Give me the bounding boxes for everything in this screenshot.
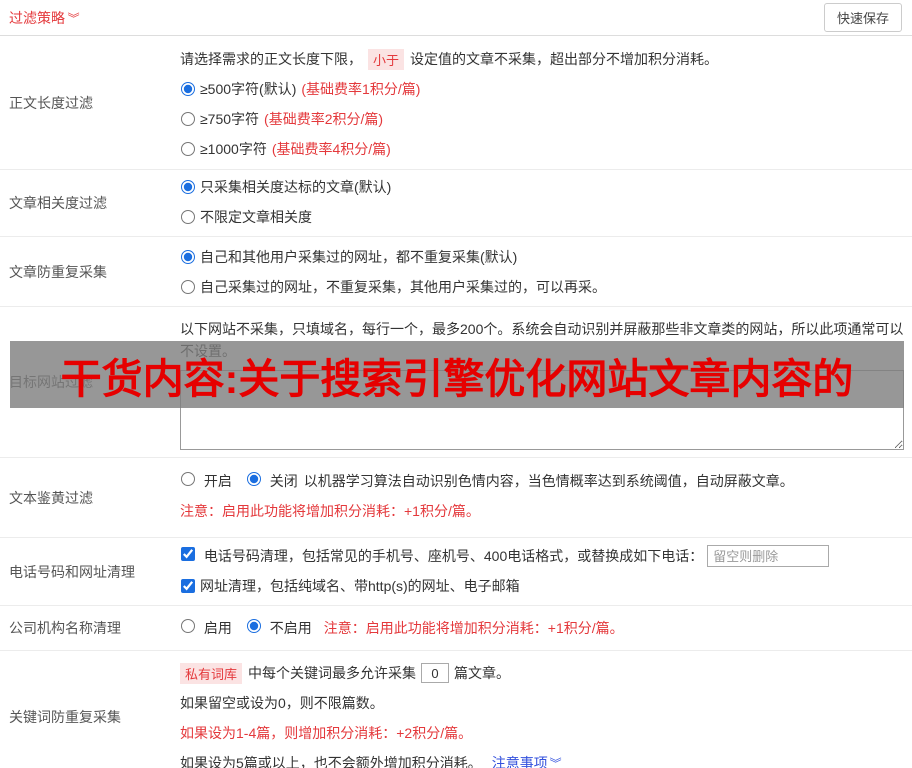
phone-clean-text: 电话号码清理，包括常见的手机号、座机号、400电话格式，或替换成如下电话： (203, 548, 704, 564)
section-relevance-label: 文章相关度过滤 (9, 195, 107, 211)
company-option-off-radio[interactable] (246, 619, 261, 633)
porn-option-off-radio[interactable] (246, 472, 261, 486)
watermark-text: 干货内容:关于搜索引擎优化网站文章内容的 (60, 355, 854, 402)
dedup-option-all[interactable]: 自己和其他用户采集过的网址，都不重复采集(默认) (180, 242, 904, 272)
keyword-line1-mid: 中每个关键词最多允许采集 (248, 665, 417, 681)
body-length-intro: 请选择需求的正文长度下限， 小于 设定值的文章不采集，超出部分不增加积分消耗。 (180, 44, 904, 74)
section-body-length: 正文长度过滤 请选择需求的正文长度下限， 小于 设定值的文章不采集，超出部分不增… (0, 36, 912, 170)
phone-replace-input[interactable] (707, 545, 830, 567)
length-option-1000-radio[interactable] (181, 142, 195, 156)
porn-option-on[interactable]: 开启 (180, 471, 232, 491)
filter-strategy-page: 过滤策略 《 快速保存 正文长度过滤 请选择需求的正文长度下限， 小于 设定值的… (0, 0, 912, 768)
length-option-500[interactable]: ≥500字符(默认) (基础费率1积分/篇) (180, 74, 904, 104)
porn-filter-note: 注意：启用此功能将增加积分消耗：+1积分/篇。 (180, 503, 480, 519)
section-company: 公司机构名称清理 启用 不启用 注意：启用此功能将增加积分消耗：+1积分/篇。 (0, 606, 912, 651)
dedup-option-all-text: 自己和其他用户采集过的网址，都不重复采集(默认) (200, 249, 518, 265)
dedup-option-self-radio[interactable] (181, 280, 195, 294)
section-body-length-label: 正文长度过滤 (9, 94, 93, 111)
porn-option-off-text: 关闭 (269, 473, 298, 489)
page-title-text: 过滤策略 (9, 9, 65, 26)
length-option-1000[interactable]: ≥1000字符 (基础费率4积分/篇) (180, 134, 904, 164)
phone-clean-checkbox[interactable] (181, 547, 195, 561)
section-dedup-label: 文章防重复采集 (9, 263, 107, 280)
url-clean-option[interactable]: 网址清理，包括纯域名、带http(s)的网址、电子邮箱 (180, 571, 904, 601)
length-option-500-note: (基础费率1积分/篇) (301, 81, 421, 97)
dedup-option-self-text: 自己采集过的网址，不重复采集，其他用户采集过的，可以再采。 (200, 279, 606, 295)
url-clean-text: 网址清理，包括纯域名、带http(s)的网址、电子邮箱 (200, 578, 520, 594)
private-thesaurus-chip: 私有词库 (180, 662, 243, 684)
page-title[interactable]: 过滤策略 《 (9, 8, 81, 28)
relevance-option-strict-radio[interactable] (181, 180, 195, 194)
relevance-option-any-radio[interactable] (181, 210, 195, 224)
relevance-option-any-text: 不限定文章相关度 (200, 209, 312, 225)
porn-option-on-radio[interactable] (181, 472, 195, 486)
relevance-option-strict-text: 只采集相关度达标的文章(默认) (200, 179, 392, 195)
section-porn-filter: 文本鉴黄过滤 开启 关闭 以机器学习算法自动识别色情内容，当色情概率达到系统阈值… (0, 458, 912, 538)
section-keyword: 关键词防重复采集 私有词库 中每个关键词最多允许采集 篇文章。 如果留空或设为0… (0, 651, 912, 768)
keyword-count-input[interactable] (421, 663, 450, 683)
length-option-500-radio[interactable] (181, 82, 195, 96)
keyword-line3: 如果设为1-4篇，则增加积分消耗：+2积分/篇。 (180, 725, 473, 741)
topbar: 过滤策略 《 快速保存 (0, 0, 912, 36)
length-option-750-note: (基础费率2积分/篇) (264, 111, 384, 127)
section-keyword-label: 关键词防重复采集 (9, 708, 121, 725)
keyword-line2: 如果留空或设为0，则不限篇数。 (180, 695, 384, 711)
length-option-750-radio[interactable] (181, 112, 195, 126)
section-dedup: 文章防重复采集 自己和其他用户采集过的网址，都不重复采集(默认) 自己采集过的网… (0, 237, 912, 307)
keyword-line1-post: 篇文章。 (454, 665, 511, 681)
porn-option-off[interactable]: 关闭 (246, 471, 298, 491)
relevance-option-strict[interactable]: 只采集相关度达标的文章(默认) (180, 172, 904, 202)
phone-clean-option[interactable]: 电话号码清理，包括常见的手机号、座机号、400电话格式，或替换成如下电话： (180, 546, 703, 566)
section-porn-filter-label: 文本鉴黄过滤 (9, 489, 93, 506)
section-relevance: 文章相关度过滤 只采集相关度达标的文章(默认) 不限定文章相关度 (0, 170, 912, 237)
porn-option-on-text: 开启 (203, 473, 232, 489)
length-option-500-text: ≥500字符(默认) (200, 81, 297, 97)
length-option-750[interactable]: ≥750字符 (基础费率2积分/篇) (180, 104, 904, 134)
collapse-icon[interactable]: 《 (67, 11, 81, 23)
url-clean-checkbox[interactable] (181, 579, 195, 593)
dedup-option-self[interactable]: 自己采集过的网址，不重复采集，其他用户采集过的，可以再采。 (180, 272, 904, 302)
watermark-overlay: 干货内容:关于搜索引擎优化网站文章内容的 (10, 341, 904, 408)
notice-link-text: 注意事项 (491, 755, 548, 768)
dedup-option-all-radio[interactable] (181, 250, 195, 264)
quick-save-button[interactable]: 快速保存 (823, 3, 902, 32)
company-option-on-text: 启用 (203, 620, 232, 636)
relevance-option-any[interactable]: 不限定文章相关度 (180, 202, 904, 232)
company-option-off-text: 不启用 (269, 620, 312, 636)
length-option-1000-note: (基础费率4积分/篇) (271, 141, 391, 157)
porn-filter-desc: 以机器学习算法自动识别色情内容，当色情概率达到系统阈值，自动屏蔽文章。 (303, 473, 794, 489)
section-phone-url: 电话号码和网址清理 电话号码清理，包括常见的手机号、座机号、400电话格式，或替… (0, 538, 912, 606)
length-option-1000-text: ≥1000字符 (200, 141, 267, 157)
company-option-on[interactable]: 启用 (180, 618, 232, 638)
section-company-label: 公司机构名称清理 (9, 620, 121, 636)
length-option-750-text: ≥750字符 (200, 111, 260, 127)
notice-link[interactable]: 注意事项 《 (491, 753, 563, 768)
intro-post: 设定值的文章不采集，超出部分不增加积分消耗。 (410, 51, 719, 67)
notice-chevron-icon: 《 (548, 756, 563, 768)
keyword-line4: 如果设为5篇或以上，也不会额外增加积分消耗。 (180, 755, 482, 768)
company-option-off[interactable]: 不启用 (246, 618, 312, 638)
company-option-on-radio[interactable] (181, 619, 195, 633)
company-note: 注意：启用此功能将增加积分消耗：+1积分/篇。 (323, 620, 624, 636)
intro-highlight-chip: 小于 (368, 48, 405, 70)
section-phone-url-label: 电话号码和网址清理 (9, 563, 135, 580)
intro-pre: 请选择需求的正文长度下限， (180, 51, 362, 67)
